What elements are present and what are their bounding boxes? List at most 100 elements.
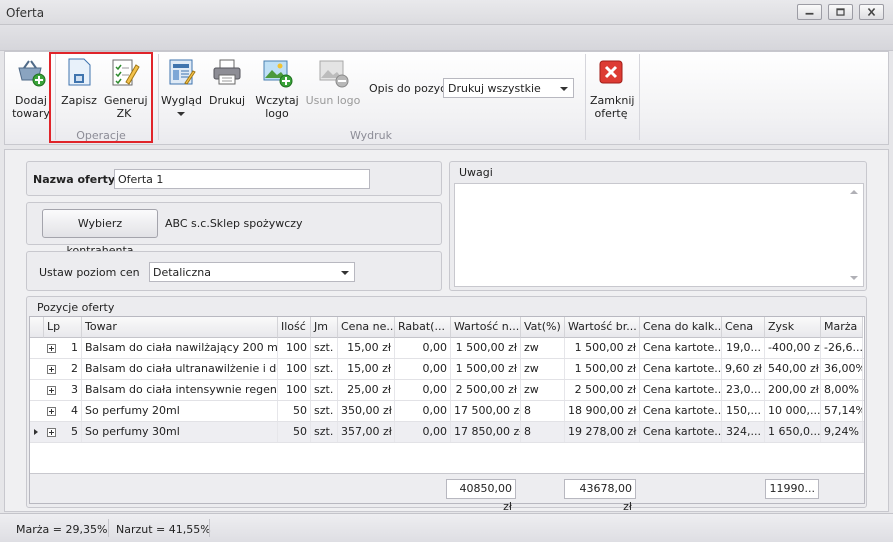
table-cell[interactable]: szt. <box>311 422 338 442</box>
table-cell[interactable]: Cena kartote... <box>640 338 722 358</box>
poziom-cen-select[interactable]: Detaliczna <box>149 262 355 282</box>
column-header[interactable]: Wartość n... <box>451 317 521 338</box>
table-cell[interactable]: Balsam do ciała nawilżający 200 ml <box>82 338 278 358</box>
column-header[interactable]: Jm <box>311 317 338 338</box>
table-cell[interactable]: 15,00 zł <box>338 359 395 379</box>
table-cell[interactable]: 9,60 zł <box>722 359 765 379</box>
table-cell[interactable]: 3 <box>44 380 82 400</box>
table-cell[interactable]: 17 850,00 zł <box>451 422 521 442</box>
table-cell[interactable]: 100 <box>278 380 311 400</box>
expand-row-icon[interactable] <box>47 427 56 437</box>
table-cell[interactable]: 0,00 <box>395 422 451 442</box>
opis-select[interactable]: Drukuj wszystkie <box>443 78 574 98</box>
table-cell[interactable]: 1 500,00 zł <box>565 338 640 358</box>
table-cell[interactable]: 0,00 <box>395 359 451 379</box>
scroll-down-icon[interactable] <box>850 276 858 280</box>
close-window-button[interactable] <box>859 4 884 20</box>
table-row[interactable]: 1 Balsam do ciała nawilżający 200 ml 100 sz… <box>30 338 864 359</box>
table-cell[interactable]: 10 000,... <box>765 401 821 421</box>
table-cell[interactable]: So perfumy 20ml <box>82 401 278 421</box>
table-cell[interactable]: 4 <box>44 401 82 421</box>
table-cell[interactable]: 19,0... <box>722 338 765 358</box>
table-cell[interactable]: 540,00 zł <box>765 359 821 379</box>
column-header[interactable]: Rabat(... <box>395 317 451 338</box>
column-header[interactable]: Towar <box>82 317 278 338</box>
table-row[interactable]: 3 Balsam do ciała intensywnie regener... 1… <box>30 380 864 401</box>
table-cell[interactable]: 150,... <box>722 401 765 421</box>
table-cell[interactable]: 100 <box>278 359 311 379</box>
table-cell[interactable]: Cena kartote... <box>640 401 722 421</box>
table-cell[interactable]: 1 500,00 zł <box>451 338 521 358</box>
column-header[interactable]: Cena <box>722 317 765 338</box>
expand-row-icon[interactable] <box>47 364 56 374</box>
dodaj-towary-button[interactable]: Dodaj towary <box>9 56 53 120</box>
expand-row-icon[interactable] <box>47 385 56 395</box>
table-cell[interactable]: 57,14% <box>821 401 863 421</box>
table-row[interactable]: 4 So perfumy 20ml 50 szt. 350,00 zł 0,00 17 50… <box>30 401 864 422</box>
table-cell[interactable]: 1 <box>44 338 82 358</box>
table-cell[interactable]: 0,00 <box>395 338 451 358</box>
column-header[interactable]: Lp <box>44 317 82 338</box>
table-cell[interactable]: 5 <box>44 422 82 442</box>
table-cell[interactable]: -400,00 zł <box>765 338 821 358</box>
table-cell[interactable]: 2 500,00 zł <box>451 380 521 400</box>
zamknij-oferte-button[interactable]: Zamknij ofertę <box>589 56 634 120</box>
expand-row-icon[interactable] <box>47 406 56 416</box>
pozycje-grid[interactable]: Lp Towar Ilość Jm Cena ne... Rabat(... Wartość… <box>29 316 865 513</box>
table-cell[interactable]: 18 900,00 zł <box>565 401 640 421</box>
table-cell[interactable]: 8 <box>521 401 565 421</box>
table-cell[interactable]: zw <box>521 359 565 379</box>
table-cell[interactable]: 1 500,00 zł <box>565 359 640 379</box>
table-cell[interactable]: 2 <box>44 359 82 379</box>
table-cell[interactable]: Cena kartote... <box>640 422 722 442</box>
minimize-button[interactable] <box>797 4 822 20</box>
table-cell[interactable]: Cena kartote... <box>640 380 722 400</box>
table-row[interactable]: 5 So perfumy 30ml 50 szt. 357,00 zł 0,00 17 85… <box>30 422 864 443</box>
table-cell[interactable]: 8 <box>521 422 565 442</box>
table-cell[interactable]: 0,00 <box>395 380 451 400</box>
table-cell[interactable]: 357,00 zł <box>338 422 395 442</box>
table-cell[interactable]: 25,00 zł <box>338 380 395 400</box>
column-header[interactable]: Cena ne... <box>338 317 395 338</box>
column-header[interactable]: Ilość <box>278 317 311 338</box>
table-cell[interactable]: zw <box>521 380 565 400</box>
maximize-button[interactable] <box>828 4 853 20</box>
table-cell[interactable]: 17 500,00 zł <box>451 401 521 421</box>
table-cell[interactable]: 8,00% <box>821 380 863 400</box>
table-cell[interactable]: 1 650,0... <box>765 422 821 442</box>
table-cell[interactable]: 9,24% <box>821 422 863 442</box>
table-cell[interactable]: 50 <box>278 401 311 421</box>
table-cell[interactable]: szt. <box>311 359 338 379</box>
table-cell[interactable]: 15,00 zł <box>338 338 395 358</box>
table-cell[interactable]: Cena kartote... <box>640 359 722 379</box>
column-header[interactable]: Zysk <box>765 317 821 338</box>
table-cell[interactable]: 100 <box>278 338 311 358</box>
table-cell[interactable]: 200,00 zł <box>765 380 821 400</box>
nazwa-input[interactable]: Oferta 1 <box>114 169 370 189</box>
table-cell[interactable]: -26,6... <box>821 338 863 358</box>
drukuj-button[interactable]: Drukuj <box>207 56 247 107</box>
table-cell[interactable]: 50 <box>278 422 311 442</box>
wybierz-kontrahenta-button[interactable]: Wybierz kontrahenta <box>42 209 158 257</box>
table-cell[interactable]: szt. <box>311 338 338 358</box>
table-cell[interactable]: 350,00 zł <box>338 401 395 421</box>
wyglad-button[interactable]: Wygląd <box>161 56 202 116</box>
uwagi-textarea[interactable] <box>454 183 864 287</box>
column-header[interactable]: Vat(%) <box>521 317 565 338</box>
column-header[interactable]: Wartość br... <box>565 317 640 338</box>
table-cell[interactable]: 2 500,00 zł <box>565 380 640 400</box>
table-cell[interactable]: 19 278,00 zł <box>565 422 640 442</box>
column-header[interactable]: Cena do kalk... <box>640 317 722 338</box>
scroll-up-icon[interactable] <box>850 190 858 194</box>
wczytaj-logo-button[interactable]: Wczytaj logo <box>253 56 301 120</box>
column-header[interactable]: Marża <box>821 317 863 338</box>
table-cell[interactable]: 1 500,00 zł <box>451 359 521 379</box>
expand-row-icon[interactable] <box>47 343 56 353</box>
table-cell[interactable]: Balsam do ciała intensywnie regener... <box>82 380 278 400</box>
table-row[interactable]: 2 Balsam do ciała ultranawilżenie i dotl.… <box>30 359 864 380</box>
table-cell[interactable]: Balsam do ciała ultranawilżenie i dotl..… <box>82 359 278 379</box>
table-cell[interactable]: 36,00% <box>821 359 863 379</box>
table-cell[interactable]: 0,00 <box>395 401 451 421</box>
table-cell[interactable]: zw <box>521 338 565 358</box>
table-cell[interactable]: So perfumy 30ml <box>82 422 278 442</box>
